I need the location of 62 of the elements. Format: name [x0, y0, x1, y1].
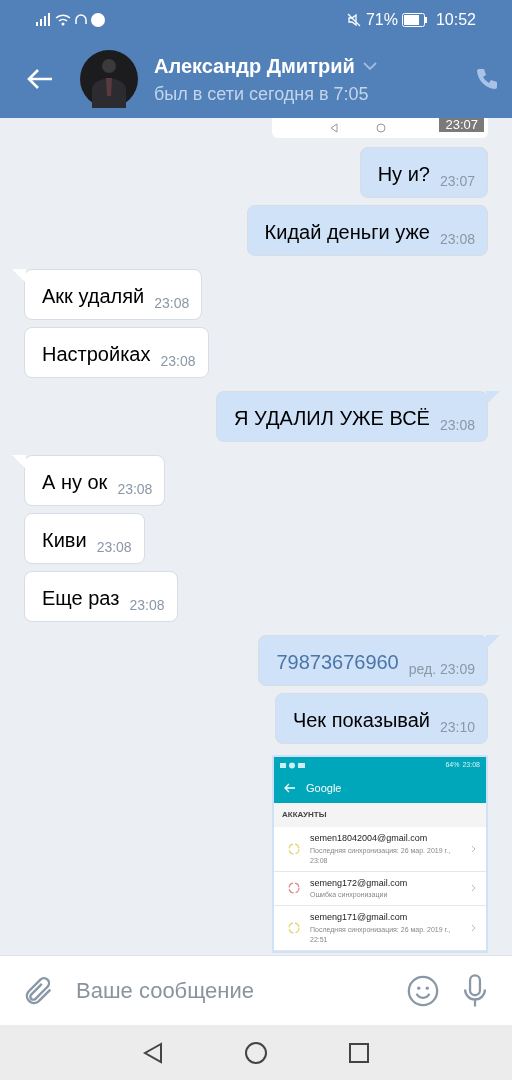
recent-apps-icon[interactable] — [348, 1041, 370, 1064]
sent-message[interactable]: 79873676960 ред. 23:09 — [258, 635, 488, 686]
message-time: 23:08 — [160, 353, 196, 369]
screen-title: Google — [306, 780, 342, 796]
phone-icon[interactable] — [474, 66, 500, 92]
message-composer[interactable]: Ваше сообщение — [0, 955, 512, 1025]
bubble-tail-icon — [486, 391, 500, 405]
message-text: Настройках — [42, 342, 151, 367]
clock: 10:52 — [435, 10, 476, 30]
sent-message[interactable]: Кидай деньги уже 23:08 — [246, 205, 488, 256]
message-text: Киви — [42, 528, 87, 553]
back-arrow-icon[interactable] — [284, 783, 296, 793]
message-text: Кидай деньги уже — [264, 220, 430, 245]
message-time: 23:08 — [439, 231, 475, 247]
phone-link[interactable]: 79873676960 — [276, 649, 399, 675]
screenshot-image[interactable] — [272, 755, 488, 953]
sent-message[interactable]: Чек показывай 23:10 — [274, 693, 488, 744]
back-icon[interactable] — [142, 1041, 164, 1064]
message-time: 23:07 — [439, 173, 475, 189]
chevron-icon — [471, 844, 476, 853]
contact-name[interactable]: Александр Дмитрий — [154, 50, 355, 81]
bubble-tail-icon — [486, 635, 500, 649]
account-email: semen18042004@gmail.com — [310, 832, 429, 845]
message-time: 23:08 — [96, 539, 132, 555]
bubble-tail-icon — [12, 455, 26, 469]
received-message[interactable]: Еще раз 23:08 — [24, 571, 178, 622]
chevron-icon — [471, 923, 476, 932]
account-email: semeng172@gmail.com — [310, 876, 409, 890]
message-time: 23:10 — [439, 719, 475, 735]
received-message[interactable]: Акк удаляй 23:08 — [24, 269, 203, 320]
image-time: 23:07 — [439, 118, 484, 132]
message-text: Чек показывай — [292, 708, 430, 733]
received-message[interactable]: Киви 23:08 — [24, 513, 145, 564]
received-message[interactable]: Настройках 23:08 — [24, 327, 209, 378]
received-message[interactable]: А ну ок 23:08 — [24, 455, 166, 506]
sent-message[interactable]: Я УДАЛИЛ УЖЕ ВСЁ 23:08 — [216, 391, 488, 442]
mute-icon — [345, 12, 362, 28]
avatar[interactable] — [80, 50, 138, 108]
message-text: Еще раз — [42, 586, 120, 611]
message-text: Акк удаляй — [42, 284, 145, 309]
message-text: Ну и? — [377, 162, 430, 187]
message-text: А ну ок — [42, 470, 108, 495]
home-icon[interactable] — [244, 1040, 268, 1065]
account-email: semeng171@gmail.com — [310, 911, 409, 924]
back-arrow-icon[interactable] — [26, 68, 54, 90]
battery-icon — [401, 13, 428, 27]
chevron-icon — [471, 884, 476, 893]
battery-percent: 71% — [365, 10, 398, 30]
message-time: 23:08 — [439, 417, 475, 433]
caret-icon[interactable] — [362, 61, 377, 70]
sent-message[interactable]: Ну и? 23:07 — [359, 147, 488, 198]
message-time: 23:08 — [129, 597, 165, 613]
emoji-icon[interactable] — [406, 973, 440, 1008]
bubble-tail-icon — [12, 269, 26, 283]
message-time: 23:08 — [154, 295, 190, 311]
message-time: 23:08 — [117, 481, 153, 497]
message-input[interactable]: Ваше сообщение — [76, 974, 386, 1007]
section-heading: АККАУНТЫ — [281, 809, 328, 821]
message-text: Я УДАЛИЛ УЖЕ ВСЁ — [234, 406, 430, 431]
last-seen-status: был в сети сегодня в 7:05 — [154, 82, 370, 106]
message-time: ред. 23:09 — [408, 661, 475, 677]
image-preview[interactable]: 23:07 — [272, 118, 488, 138]
